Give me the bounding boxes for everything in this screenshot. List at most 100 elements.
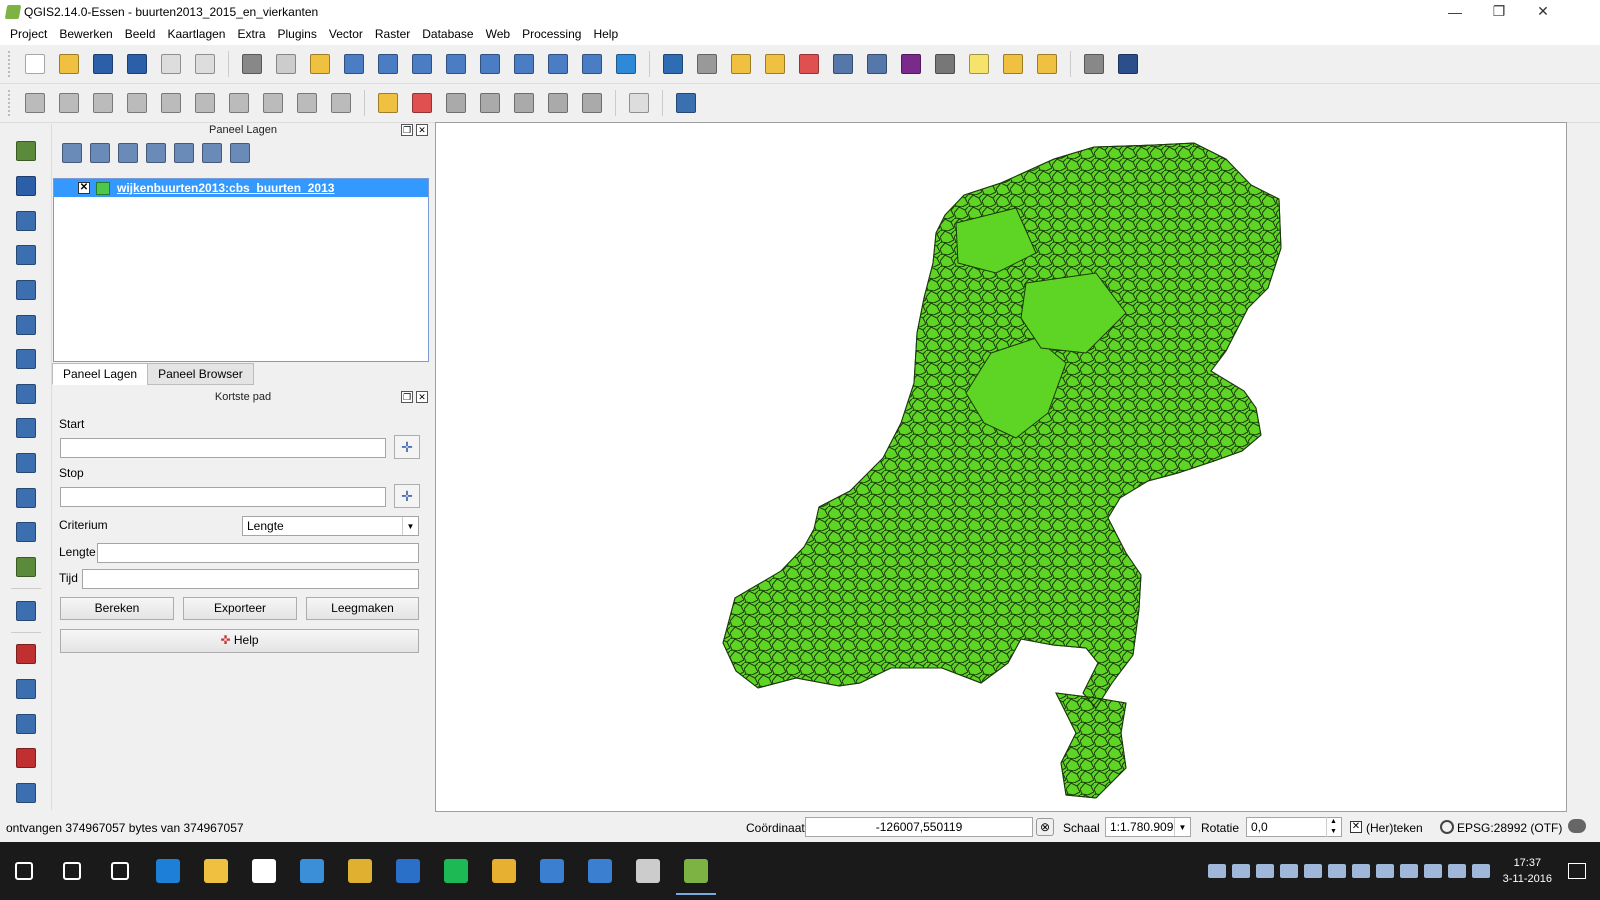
menu-processing[interactable]: Processing [516,27,587,41]
menu-project[interactable]: Project [4,27,53,41]
coordinate-field[interactable]: -126007,550119 [805,817,1033,837]
time-field[interactable] [82,569,419,589]
layer-tree[interactable]: ✕ wijkenbuurten2013:cbs_buurten_2013 [53,178,429,362]
add-feature-button[interactable] [122,88,152,118]
tray-app-icon[interactable] [1303,864,1322,878]
add-wcs-layer-button[interactable] [11,413,41,444]
collapse-all-button[interactable] [200,141,224,165]
toggle-editing-button[interactable] [54,88,84,118]
georeferencer-button[interactable] [11,674,41,705]
tray-app-icon[interactable] [1207,864,1226,878]
tray-app-icon[interactable] [1279,864,1298,878]
wifi-icon[interactable] [1447,864,1466,878]
export-button[interactable]: Exporteer [183,597,297,620]
zoom-out-button[interactable] [373,49,403,79]
rotation-spinner-icon[interactable]: ▲ ▼ [1326,817,1340,837]
add-wms-layer-button[interactable] [11,378,41,409]
menu-bewerken[interactable]: Bewerken [53,27,118,41]
refresh-button[interactable] [611,49,641,79]
manage-visibility-button[interactable] [88,141,112,165]
close-panel-button[interactable]: ✕ [416,391,428,403]
pan-hand-button[interactable] [271,49,301,79]
label-move-button[interactable] [509,88,539,118]
zoom-in-button[interactable] [339,49,369,79]
chrome-taskbar-button[interactable] [480,847,528,895]
scale-select[interactable]: 1:1.780.909 ▼ [1105,817,1191,837]
toolbar-grip[interactable] [8,90,12,116]
add-postgis-layer-button[interactable] [11,205,41,236]
menu-web[interactable]: Web [480,27,516,41]
select-features-button[interactable] [726,49,756,79]
label-abc-button[interactable] [373,88,403,118]
bluetooth-icon[interactable] [1375,864,1394,878]
render-checkbox[interactable]: ✕ [1350,821,1362,833]
zoom-full-button[interactable] [441,49,471,79]
windows-start-taskbar-button[interactable] [0,847,48,895]
archive-taskbar-button[interactable] [336,847,384,895]
clock[interactable]: 17:37 3-11-2016 [1503,855,1552,887]
add-virtual-layer-button[interactable] [11,517,41,548]
label-highlight-button[interactable] [407,88,437,118]
zoom-layer-button[interactable] [509,49,539,79]
messages-icon[interactable] [1568,819,1586,833]
close-panel-button[interactable]: ✕ [416,124,428,136]
search-app-taskbar-button[interactable] [288,847,336,895]
edge-taskbar-button[interactable] [144,847,192,895]
menu-help[interactable]: Help [587,27,624,41]
start-field[interactable] [60,438,386,458]
label-pin-button[interactable] [441,88,471,118]
onedrive-icon[interactable] [1231,864,1250,878]
layer-visibility-checkbox[interactable]: ✕ [78,182,90,194]
store-taskbar-button[interactable] [240,847,288,895]
layer-name[interactable]: wijkenbuurten2013:cbs_buurten_2013 [117,181,334,195]
float-panel-button[interactable]: ❐ [401,124,413,136]
maximize-button[interactable]: ❐ [1476,0,1522,23]
save-project-button[interactable] [88,49,118,79]
action-center-icon[interactable] [1568,863,1586,879]
battery-icon[interactable] [1423,864,1442,878]
label-change-button[interactable] [577,88,607,118]
label-rotate-button[interactable] [543,88,573,118]
tray-app-icon[interactable] [1351,864,1370,878]
file-explorer-taskbar-button[interactable] [192,847,240,895]
network-taskbar-button[interactable] [576,847,624,895]
menu-kaartlagen[interactable]: Kaartlagen [161,27,231,41]
road-graph-button[interactable] [11,778,41,809]
menu-beeld[interactable]: Beeld [119,27,162,41]
run-action-button[interactable] [692,49,722,79]
composer-manager-button[interactable] [190,49,220,79]
toggle-extents-icon[interactable]: ⊗ [1036,818,1054,836]
menu-vector[interactable]: Vector [323,27,369,41]
save-as-button[interactable] [122,49,152,79]
python-button[interactable] [671,88,701,118]
tray-app-icon[interactable] [1327,864,1346,878]
label-show-hide-button[interactable] [475,88,505,118]
pick-start-button[interactable]: ✛ [394,435,420,459]
new-bookmark-button[interactable] [998,49,1028,79]
statistics-button[interactable] [862,49,892,79]
crs-status[interactable]: EPSG:28992 (OTF) [1457,821,1562,835]
qgis-taskbar-button[interactable] [672,847,720,895]
new-shapefile-button[interactable] [11,552,41,583]
map-tips-button[interactable] [964,49,994,79]
add-delimited-text-button[interactable] [11,482,41,513]
zoom-next-button[interactable] [577,49,607,79]
add-wfs-layer-button[interactable] [11,448,41,479]
spotify-taskbar-button[interactable] [432,847,480,895]
tray-app-icon[interactable] [1255,864,1274,878]
add-raster-layer-button[interactable] [11,171,41,202]
menu-raster[interactable]: Raster [369,27,416,41]
pan-to-selection-button[interactable] [305,49,335,79]
criterion-select[interactable]: Lengte ▼ [242,516,419,536]
menu-database[interactable]: Database [416,27,479,41]
stop-field[interactable] [60,487,386,507]
filter-expression-button[interactable] [144,141,168,165]
crs-globe-icon[interactable] [1440,820,1454,834]
outlook-taskbar-button[interactable] [384,847,432,895]
coordinate-capture-button[interactable] [11,639,41,670]
text-annotation-button[interactable] [1079,49,1109,79]
deselect-button[interactable] [794,49,824,79]
add-oracle-layer-button[interactable] [11,344,41,375]
filter-legend-button[interactable] [116,141,140,165]
new-spatialite-button[interactable] [11,595,41,626]
